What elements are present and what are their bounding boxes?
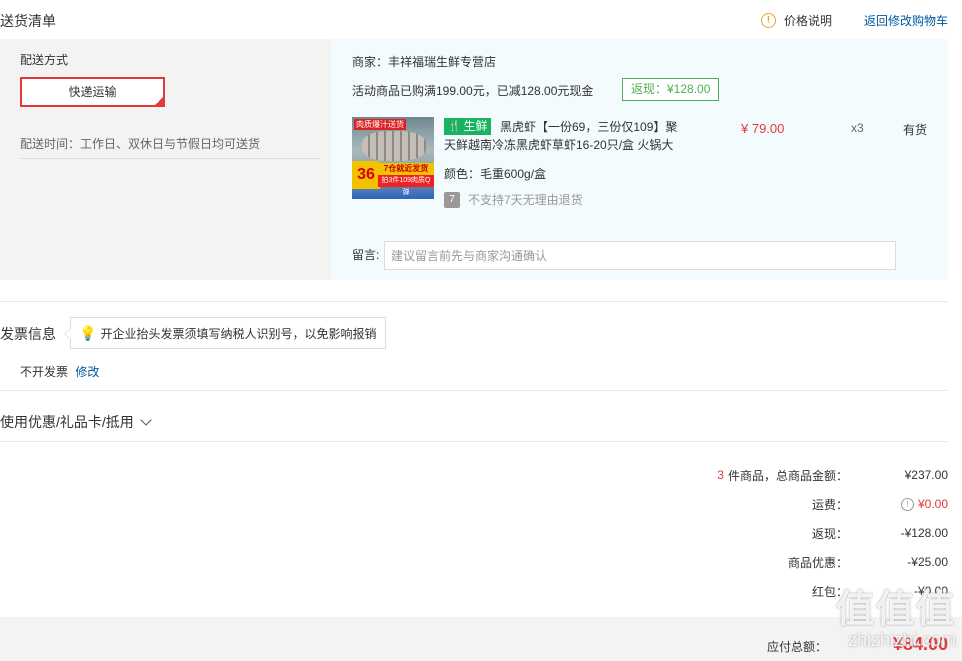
return-policy-text: 不支持7天无理由退货 xyxy=(468,193,583,207)
summary-discount-value: -¥25.00 xyxy=(907,555,948,569)
page-title: 送货清单 xyxy=(0,13,56,29)
summary-rebate-label: 返现： xyxy=(811,526,848,541)
fresh-tag: 🍴 生鲜 xyxy=(444,118,492,135)
price-note-link[interactable]: 价格说明 xyxy=(784,12,832,29)
no-return-7day-icon: 7 xyxy=(444,191,460,208)
fork-icon: 🍴 xyxy=(448,121,461,132)
divider xyxy=(0,390,948,391)
image-strip-shipping: 7仓就近发货 xyxy=(378,163,434,175)
shrimp-graphic xyxy=(362,131,426,161)
summary-total-value: ¥237.00 xyxy=(904,468,948,482)
shipping-pane: 配送方式 快递运输 ✓ 配送时间：工作日、双休日与节假日均可送货 xyxy=(0,39,331,280)
image-big-number: 36 xyxy=(352,161,380,189)
info-icon: ! xyxy=(760,13,776,28)
invoice-status-row: 不开发票 修改 xyxy=(20,363,99,380)
summary-total-row: 3 件商品，总商品金额： ¥237.00 xyxy=(528,465,948,485)
shipping-method-label: 快递运输 xyxy=(68,85,117,99)
shipping-method-button[interactable]: 快递运输 ✓ xyxy=(20,77,165,107)
summary-shipping-label: 运费： xyxy=(811,497,848,512)
shipping-label: 配送方式 xyxy=(20,53,69,67)
payable-footer: 应付总额： ¥84.00 xyxy=(0,617,962,661)
divider xyxy=(0,301,948,302)
divider xyxy=(20,158,320,159)
info-icon[interactable]: ! xyxy=(900,497,914,511)
invoice-status: 不开发票 xyxy=(20,365,69,379)
back-to-cart-link[interactable]: 返回修改购物车 xyxy=(864,12,948,29)
product-color: 颜色：毛重600g/盒 xyxy=(444,167,547,181)
coupon-label: 使用优惠/礼品卡/抵用 xyxy=(0,414,134,430)
message-input[interactable] xyxy=(384,241,896,270)
watermark-logo: 值值值 xyxy=(835,589,956,631)
product-image[interactable]: 肉质爆汁送货 36 7仓就近发货 拍3件109肉质Q弹 xyxy=(352,117,434,199)
header-actions: ! 价格说明 返回修改购物车 xyxy=(760,12,948,29)
divider xyxy=(0,441,948,442)
summary-discount-label: 商品优惠： xyxy=(787,555,848,570)
image-strip-promo: 拍3件109肉质Q弹 xyxy=(378,175,434,196)
product-price: ¥ 79.00 xyxy=(741,121,785,136)
fresh-tag-label: 生鲜 xyxy=(463,119,488,133)
invoice-tip: 💡 开企业抬头发票须填写纳税人识别号，以免影响报销 xyxy=(64,317,386,349)
summary-shipping-row: 运费： ! ¥0.00 xyxy=(528,494,948,514)
invoice-edit-link[interactable]: 修改 xyxy=(75,365,99,379)
summary-shipping-value: ! ¥0.00 xyxy=(848,497,948,511)
invoice-tip-text: 开企业抬头发票须填写纳税人识别号，以免影响报销 xyxy=(100,326,377,341)
order-box: 配送方式 快递运输 ✓ 配送时间：工作日、双休日与节假日均可送货 商家：丰祥福瑞… xyxy=(0,39,948,280)
return-policy: 7 不支持7天无理由退货 xyxy=(444,191,583,208)
item-count: 3 xyxy=(717,468,724,482)
merchant-name: 商家：丰祥福瑞生鲜专营店 xyxy=(352,55,497,69)
summary-total-label: 件商品，总商品金额： xyxy=(727,468,848,483)
message-label: 留言: xyxy=(352,248,380,262)
summary-rebate-value: -¥128.00 xyxy=(900,526,948,540)
product-quantity: x3 xyxy=(851,121,864,135)
summary-discount-row: 商品优惠： -¥25.00 xyxy=(528,552,948,572)
watermark-site: zhizhizhi.com xyxy=(847,630,956,650)
check-icon: ✓ xyxy=(155,97,162,106)
shipping-time: 配送时间：工作日、双休日与节假日均可送货 xyxy=(20,137,261,151)
rebate-badge: 返现：¥128.00 xyxy=(622,78,720,101)
chevron-down-icon xyxy=(140,413,152,426)
coupon-toggle[interactable]: 使用优惠/礼品卡/抵用 xyxy=(0,412,152,432)
lightbulb-icon: 💡 xyxy=(79,324,97,341)
summary-rebate-row: 返现： -¥128.00 xyxy=(528,523,948,543)
promo-text: 活动商品已购满199.00元，已减128.00元现金 xyxy=(352,84,594,98)
invoice-title: 发票信息 xyxy=(0,326,56,342)
image-tag: 肉质爆汁送货 xyxy=(354,119,406,130)
product-stock: 有货 xyxy=(903,123,928,137)
payable-label: 应付总额： xyxy=(766,640,827,654)
merchant-pane: 商家：丰祥福瑞生鲜专营店 活动商品已购满199.00元，已减128.00元现金 … xyxy=(331,39,948,280)
summary-shipping-amount: ¥0.00 xyxy=(917,497,948,511)
